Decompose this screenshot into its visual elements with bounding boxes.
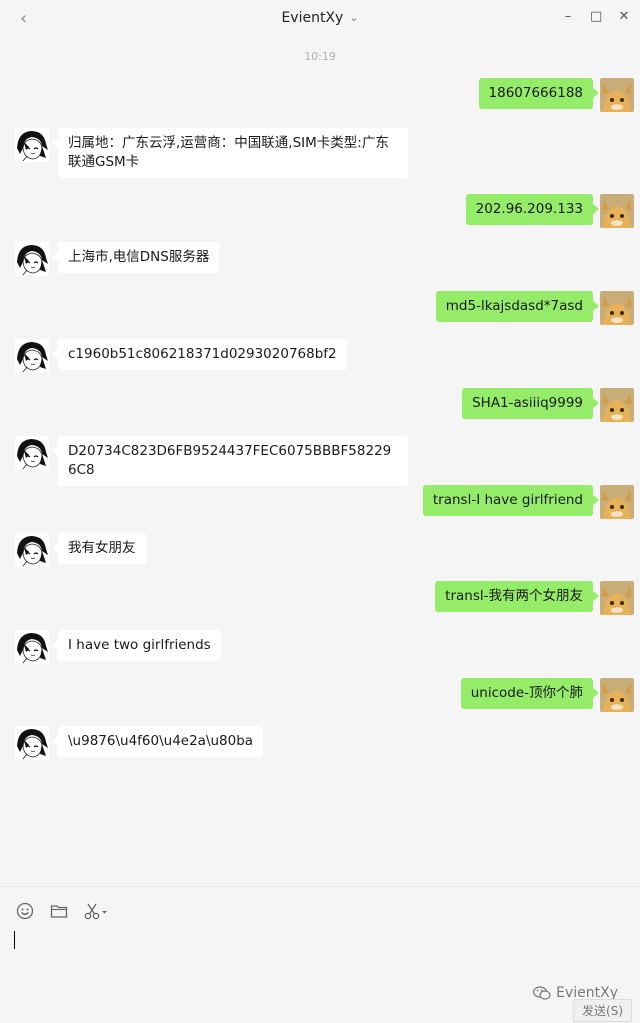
- received-message-bubble[interactable]: 上海市,电信DNS服务器: [51, 242, 220, 273]
- received-message-bubble[interactable]: 归属地：广东云浮,运营商：中国联通,SIM卡类型:广东联通GSM卡: [52, 128, 408, 178]
- received-message-bubble[interactable]: \u9876\u4f60\u4e2a\u80ba: [51, 726, 264, 757]
- received-message-bubble[interactable]: D20734C823D6FB9524437FEC6075BBBF582296C8: [52, 436, 408, 486]
- minimize-icon[interactable]: –: [562, 8, 574, 26]
- text-cursor[interactable]: [14, 931, 15, 949]
- close-icon[interactable]: ✕: [618, 8, 630, 26]
- received-message-bubble[interactable]: c1960b51c806218371d0293020768bf2: [52, 339, 347, 370]
- received-message-bubble[interactable]: I have two girlfriends: [52, 630, 221, 661]
- composer: EvientXy 发送(S): [0, 886, 640, 1023]
- contact-avatar[interactable]: [15, 630, 49, 664]
- sent-message-bubble[interactable]: md5-lkajsdasd*7asd: [435, 291, 600, 322]
- self-avatar[interactable]: [600, 485, 634, 519]
- self-avatar[interactable]: [600, 678, 634, 712]
- contact-avatar[interactable]: [15, 436, 49, 470]
- send-button[interactable]: 发送(S): [573, 999, 632, 1022]
- title-bar: ‹ EvientXy ⌄ – □ ✕: [0, 0, 640, 38]
- contact-avatar[interactable]: [15, 533, 49, 567]
- self-avatar[interactable]: [600, 291, 634, 325]
- message-timestamp: 10:19: [304, 50, 336, 63]
- sent-message-bubble[interactable]: transl-I have girlfriend: [422, 485, 600, 516]
- self-avatar[interactable]: [600, 388, 634, 422]
- contact-avatar[interactable]: [15, 242, 49, 276]
- self-avatar[interactable]: [600, 194, 634, 228]
- sent-message-bubble[interactable]: 18607666188: [478, 78, 600, 109]
- chat-title-text: EvientXy: [281, 10, 344, 26]
- contact-avatar[interactable]: [15, 128, 49, 162]
- sent-message-bubble[interactable]: SHA1-asiiiq9999: [462, 388, 599, 419]
- chevron-down-icon[interactable]: ⌄: [349, 11, 358, 24]
- sent-message-bubble[interactable]: transl-我有两个女朋友: [435, 581, 599, 612]
- chat-title[interactable]: EvientXy ⌄: [0, 10, 640, 26]
- self-avatar[interactable]: [600, 581, 634, 615]
- contact-avatar[interactable]: [15, 339, 49, 373]
- contact-avatar[interactable]: [15, 726, 49, 760]
- sent-message-bubble[interactable]: 202.96.209.133: [465, 194, 600, 225]
- emoji-icon[interactable]: [15, 901, 35, 921]
- folder-icon[interactable]: [49, 901, 69, 921]
- received-message-bubble[interactable]: 我有女朋友: [52, 533, 146, 564]
- sent-message-bubble[interactable]: unicode-顶你个肺: [460, 678, 600, 709]
- maximize-icon[interactable]: □: [590, 8, 602, 26]
- wechat-logo-icon: [533, 986, 551, 1000]
- scissors-icon[interactable]: [83, 901, 109, 921]
- self-avatar[interactable]: [600, 78, 634, 112]
